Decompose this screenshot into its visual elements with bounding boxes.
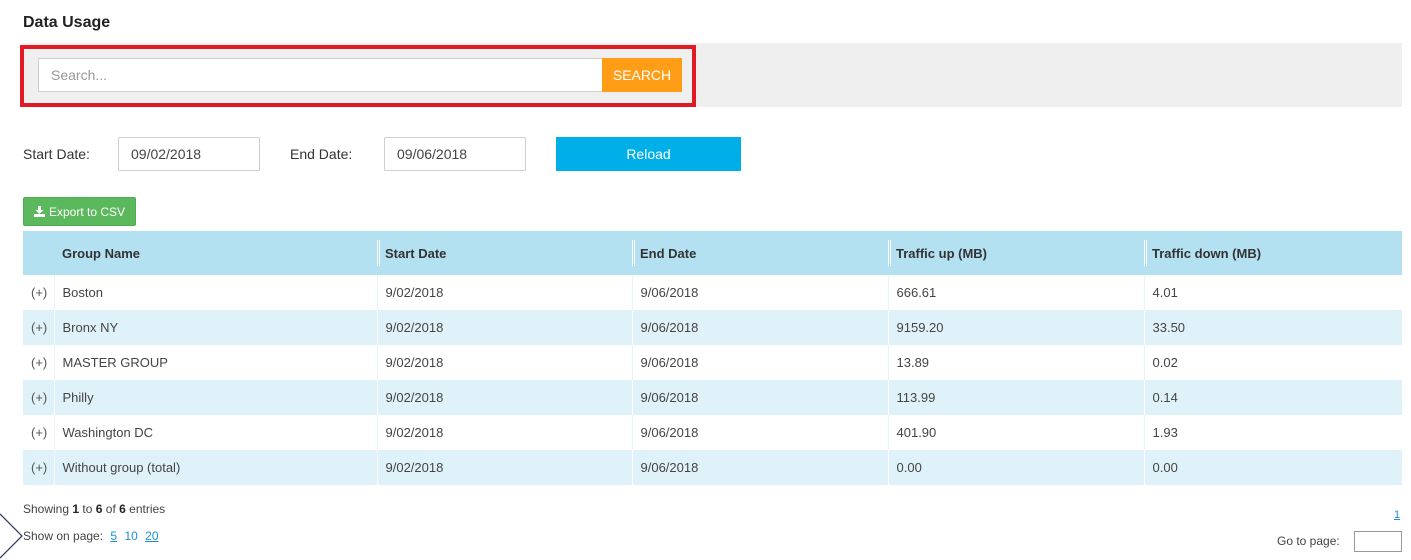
page-size-5-link[interactable]: 5 bbox=[110, 529, 117, 543]
table-row: (+) Bronx NY 9/02/2018 9/06/2018 9159.20… bbox=[23, 310, 1402, 345]
cell-traffic-down: 0.14 bbox=[1143, 380, 1402, 415]
cell-group-name: Washington DC bbox=[53, 415, 377, 450]
cell-traffic-up: 401.90 bbox=[887, 415, 1144, 450]
expand-toggle[interactable]: (+) bbox=[23, 345, 54, 380]
table-header-row: Group Name Start Date End Date Traffic u… bbox=[23, 231, 1402, 275]
column-separator bbox=[888, 240, 891, 266]
table-row: (+) Without group (total) 9/02/2018 9/06… bbox=[23, 450, 1402, 485]
cell-end-date: 9/06/2018 bbox=[631, 345, 888, 380]
column-header-end-date[interactable]: End Date bbox=[632, 231, 888, 275]
page-title: Data Usage bbox=[23, 14, 111, 31]
cell-start-date: 9/02/2018 bbox=[376, 415, 632, 450]
go-to-page-input[interactable] bbox=[1354, 531, 1402, 552]
table-row: (+) Washington DC 9/02/2018 9/06/2018 40… bbox=[23, 415, 1402, 450]
page-size-20-link[interactable]: 20 bbox=[145, 529, 158, 543]
expand-toggle[interactable]: (+) bbox=[23, 380, 54, 415]
column-header-traffic-up[interactable]: Traffic up (MB) bbox=[888, 231, 1144, 275]
cell-traffic-down: 33.50 bbox=[1143, 310, 1402, 345]
start-date-label: Start Date: bbox=[23, 146, 90, 162]
data-usage-table: Group Name Start Date End Date Traffic u… bbox=[23, 231, 1402, 485]
cell-group-name: Without group (total) bbox=[53, 450, 377, 485]
cell-traffic-down: 0.00 bbox=[1143, 450, 1402, 485]
column-separator bbox=[377, 240, 380, 266]
table-row: (+) Philly 9/02/2018 9/06/2018 113.99 0.… bbox=[23, 380, 1402, 415]
entries-info: Showing 1 to 6 of 6 entries bbox=[23, 502, 166, 516]
go-to-page-label: Go to page: bbox=[1277, 534, 1340, 548]
table-row: (+) Boston 9/02/2018 9/06/2018 666.61 4.… bbox=[23, 275, 1402, 310]
end-date-label: End Date: bbox=[290, 146, 353, 162]
export-csv-label: Export to CSV bbox=[48, 204, 126, 219]
cell-traffic-up: 113.99 bbox=[887, 380, 1144, 415]
cell-group-name: Boston bbox=[53, 275, 377, 310]
cell-traffic-up: 13.89 bbox=[887, 345, 1144, 380]
column-header-start-date[interactable]: Start Date bbox=[377, 231, 632, 275]
page-size-selector: Show on page: 5 10 20 bbox=[23, 529, 159, 543]
search-input[interactable] bbox=[38, 58, 602, 92]
expand-toggle[interactable]: (+) bbox=[23, 275, 54, 310]
expand-toggle[interactable]: (+) bbox=[23, 415, 54, 450]
cell-traffic-down: 1.93 bbox=[1143, 415, 1402, 450]
collapse-arrow-icon[interactable] bbox=[0, 512, 24, 560]
cell-traffic-down: 4.01 bbox=[1143, 275, 1402, 310]
end-date-input[interactable] bbox=[384, 137, 526, 171]
cell-start-date: 9/02/2018 bbox=[376, 450, 632, 485]
cell-start-date: 9/02/2018 bbox=[376, 275, 632, 310]
cell-end-date: 9/06/2018 bbox=[631, 275, 888, 310]
cell-traffic-up: 0.00 bbox=[887, 450, 1144, 485]
table-row: (+) MASTER GROUP 9/02/2018 9/06/2018 13.… bbox=[23, 345, 1402, 380]
cell-start-date: 9/02/2018 bbox=[376, 380, 632, 415]
cell-traffic-up: 666.61 bbox=[887, 275, 1144, 310]
cell-end-date: 9/06/2018 bbox=[631, 380, 888, 415]
cell-group-name: Bronx NY bbox=[53, 310, 377, 345]
column-separator bbox=[1144, 240, 1147, 266]
cell-end-date: 9/06/2018 bbox=[631, 450, 888, 485]
search-button[interactable]: SEARCH bbox=[602, 58, 682, 92]
expand-toggle[interactable]: (+) bbox=[23, 310, 54, 345]
pagination-page-1[interactable]: 1 bbox=[1394, 509, 1400, 521]
cell-start-date: 9/02/2018 bbox=[376, 345, 632, 380]
export-csv-button[interactable]: Export to CSV bbox=[23, 197, 136, 226]
cell-group-name: MASTER GROUP bbox=[53, 345, 377, 380]
cell-traffic-up: 9159.20 bbox=[887, 310, 1144, 345]
column-separator bbox=[632, 240, 635, 266]
cell-traffic-down: 0.02 bbox=[1143, 345, 1402, 380]
start-date-input[interactable] bbox=[118, 137, 260, 171]
column-header-expand bbox=[23, 231, 54, 275]
page-size-10-link[interactable]: 10 bbox=[124, 529, 137, 543]
download-icon bbox=[33, 206, 45, 217]
column-header-traffic-down[interactable]: Traffic down (MB) bbox=[1144, 231, 1402, 275]
cell-start-date: 9/02/2018 bbox=[376, 310, 632, 345]
cell-end-date: 9/06/2018 bbox=[631, 415, 888, 450]
cell-end-date: 9/06/2018 bbox=[631, 310, 888, 345]
show-on-page-label: Show on page: bbox=[23, 529, 104, 543]
column-header-group-name[interactable]: Group Name bbox=[54, 231, 377, 275]
expand-toggle[interactable]: (+) bbox=[23, 450, 54, 485]
cell-group-name: Philly bbox=[53, 380, 377, 415]
reload-button[interactable]: Reload bbox=[556, 137, 741, 171]
